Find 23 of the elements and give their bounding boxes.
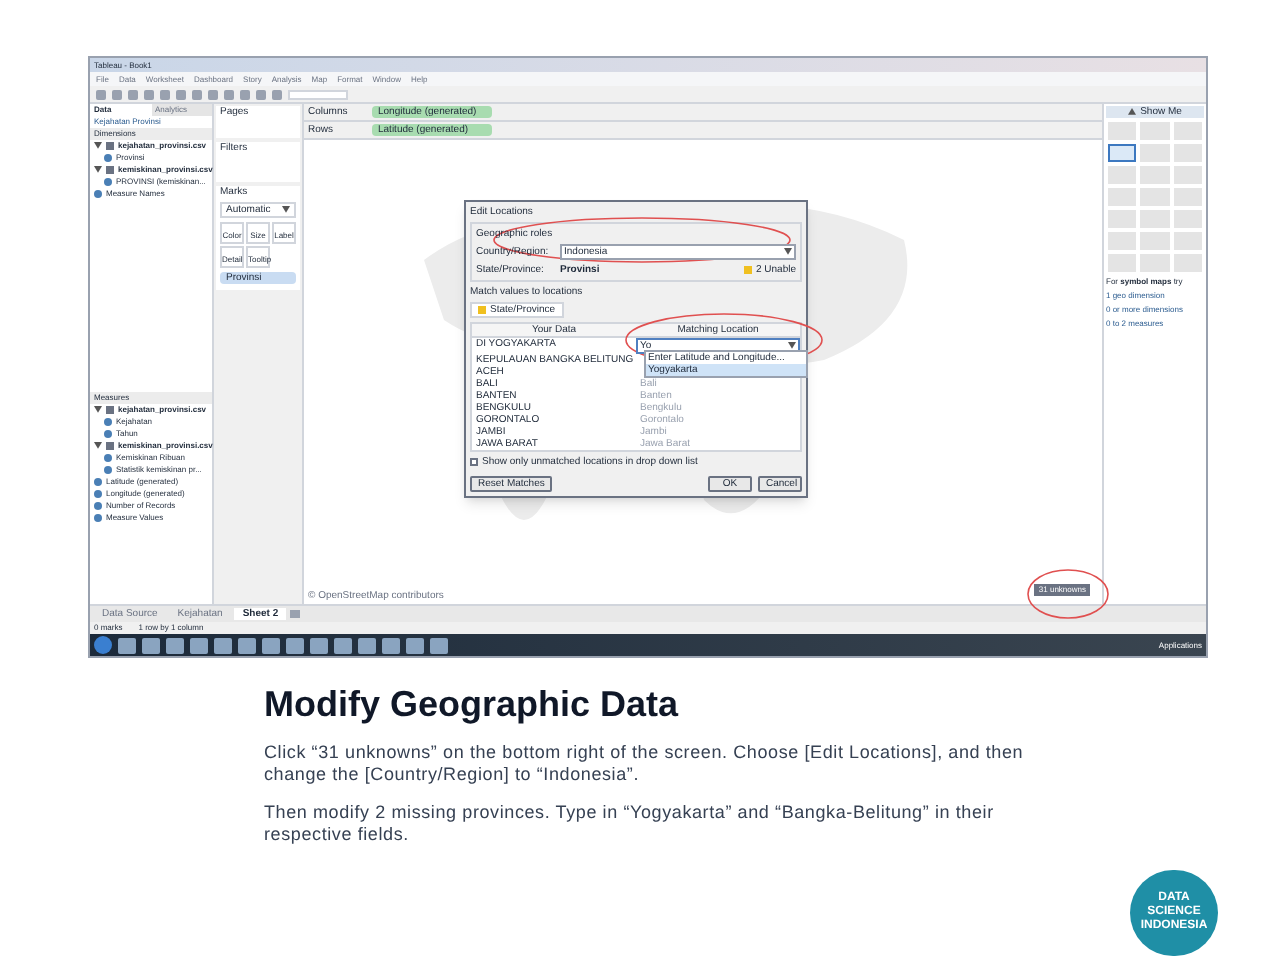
caret-icon[interactable] xyxy=(784,248,792,256)
chart-type-icon[interactable] xyxy=(1108,144,1137,162)
expand-triangle-icon[interactable] xyxy=(94,142,102,150)
highlight-ellipse xyxy=(1026,568,1110,620)
slide-heading: Modify Geographic Data xyxy=(264,682,681,726)
expand-triangle-icon[interactable] xyxy=(94,406,102,414)
folder-icon xyxy=(106,406,114,414)
slide-paragraph: Click “31 unknowns” on the bottom right of the screen. Choose [Edit Locations], and then change the [Country/Region] to “Indonesia”. xyxy=(264,742,1024,786)
folder-icon xyxy=(106,166,114,174)
warning-icon xyxy=(743,266,752,274)
expand-triangle-icon[interactable] xyxy=(94,442,102,450)
caret-icon[interactable] xyxy=(282,206,290,214)
folder-icon xyxy=(106,142,114,150)
toolbar-dropdown[interactable] xyxy=(288,89,348,99)
expand-triangle-icon[interactable] xyxy=(94,166,102,174)
new-sheet-icon[interactable] xyxy=(290,610,301,618)
folder-icon xyxy=(106,442,114,450)
warning-icon xyxy=(478,306,486,314)
checkbox[interactable] xyxy=(470,458,478,466)
field-icon xyxy=(104,154,112,162)
start-button[interactable] xyxy=(94,636,112,654)
caret-icon[interactable] xyxy=(1128,108,1137,116)
slide-paragraph: Then modify 2 missing provinces. Type in “Yogyakarta” and “Bangka-Belitung” in their respective fields. xyxy=(264,802,996,846)
